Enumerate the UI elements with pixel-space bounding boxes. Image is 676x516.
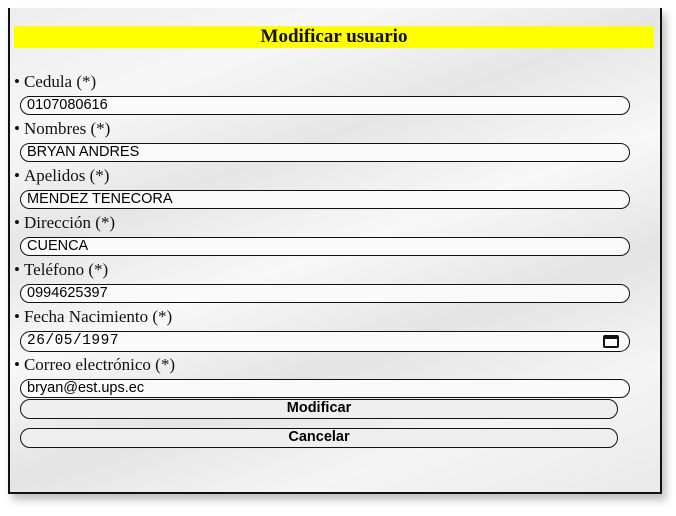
direccion-input[interactable]: CUENCA <box>20 237 630 256</box>
fecha-nacimiento-label: • Fecha Nacimiento (*) <box>14 307 172 327</box>
telefono-value: 0994625397 <box>27 285 108 301</box>
cedula-input[interactable]: 0107080616 <box>20 96 630 115</box>
nombres-value: BRYAN ANDRES <box>27 144 140 160</box>
fecha-nacimiento-value: 26/05/1997 <box>27 333 120 349</box>
cedula-label: • Cedula (*) <box>14 72 96 92</box>
nombres-label: • Nombres (*) <box>14 119 110 139</box>
apellidos-input[interactable]: MENDEZ TENECORA <box>20 190 630 209</box>
telefono-label: • Teléfono (*) <box>14 260 108 280</box>
direccion-label-text: Dirección (*) <box>23 213 116 232</box>
cancelar-button[interactable]: Cancelar <box>20 428 618 448</box>
bullet: • <box>14 355 20 374</box>
bullet: • <box>14 166 20 185</box>
direccion-value: CUENCA <box>27 238 89 254</box>
nombres-input[interactable]: BRYAN ANDRES <box>20 143 630 162</box>
correo-label: • Correo electrónico (*) <box>14 355 175 375</box>
bullet: • <box>14 213 20 232</box>
telefono-input[interactable]: 0994625397 <box>20 284 630 303</box>
fecha-nacimiento-input[interactable]: 26/05/1997 <box>20 331 630 352</box>
form-card: Modificar usuario • Cedula (*) 0107080616… <box>8 8 662 494</box>
correo-input[interactable]: bryan@est.ups.ec <box>20 379 630 398</box>
bullet: • <box>14 260 20 279</box>
bullet: • <box>14 72 20 91</box>
apellidos-label-text: Apelidos (*) <box>23 166 110 185</box>
nombres-label-text: Nombres (*) <box>23 119 111 138</box>
bullet: • <box>14 307 20 326</box>
telefono-label-text: Teléfono (*) <box>23 260 109 279</box>
direccion-label: • Dirección (*) <box>14 213 115 233</box>
cedula-value: 0107080616 <box>27 97 108 113</box>
fecha-nacimiento-label-text: Fecha Nacimiento (*) <box>23 307 173 326</box>
cedula-label-text: Cedula (*) <box>23 72 97 91</box>
apellidos-value: MENDEZ TENECORA <box>27 191 173 207</box>
modificar-button[interactable]: Modificar <box>20 399 618 419</box>
correo-label-text: Correo electrónico (*) <box>23 355 175 374</box>
form-title: Modificar usuario <box>14 26 654 48</box>
bullet: • <box>14 119 20 138</box>
calendar-icon[interactable] <box>603 335 619 348</box>
correo-value: bryan@est.ups.ec <box>27 380 145 396</box>
apellidos-label: • Apelidos (*) <box>14 166 109 186</box>
